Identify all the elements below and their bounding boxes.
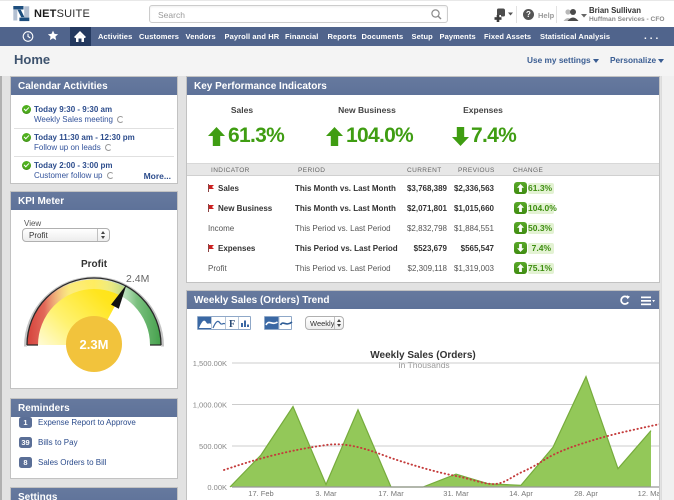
svg-text:1,500.00K: 1,500.00K <box>193 359 227 368</box>
svg-text:F: F <box>229 319 235 329</box>
svg-text:12. May: 12. May <box>638 489 659 498</box>
svg-text:2.4M: 2.4M <box>126 273 149 285</box>
svg-text:14. Apr: 14. Apr <box>509 489 533 498</box>
svg-text:1,000.00K: 1,000.00K <box>193 401 227 410</box>
svg-text:0.00K: 0.00K <box>207 483 227 492</box>
svg-text:3. Mar: 3. Mar <box>315 489 337 498</box>
svg-text:17. Mar: 17. Mar <box>378 489 404 498</box>
svg-text:500.00K: 500.00K <box>199 442 227 451</box>
svg-text:28. Apr: 28. Apr <box>574 489 598 498</box>
svg-text:17. Feb: 17. Feb <box>248 489 273 498</box>
svg-text:31. Mar: 31. Mar <box>443 489 469 498</box>
svg-text:Profit: Profit <box>81 259 108 270</box>
svg-text:2.3M: 2.3M <box>80 337 109 352</box>
svg-text:In Thousands: In Thousands <box>398 360 449 370</box>
